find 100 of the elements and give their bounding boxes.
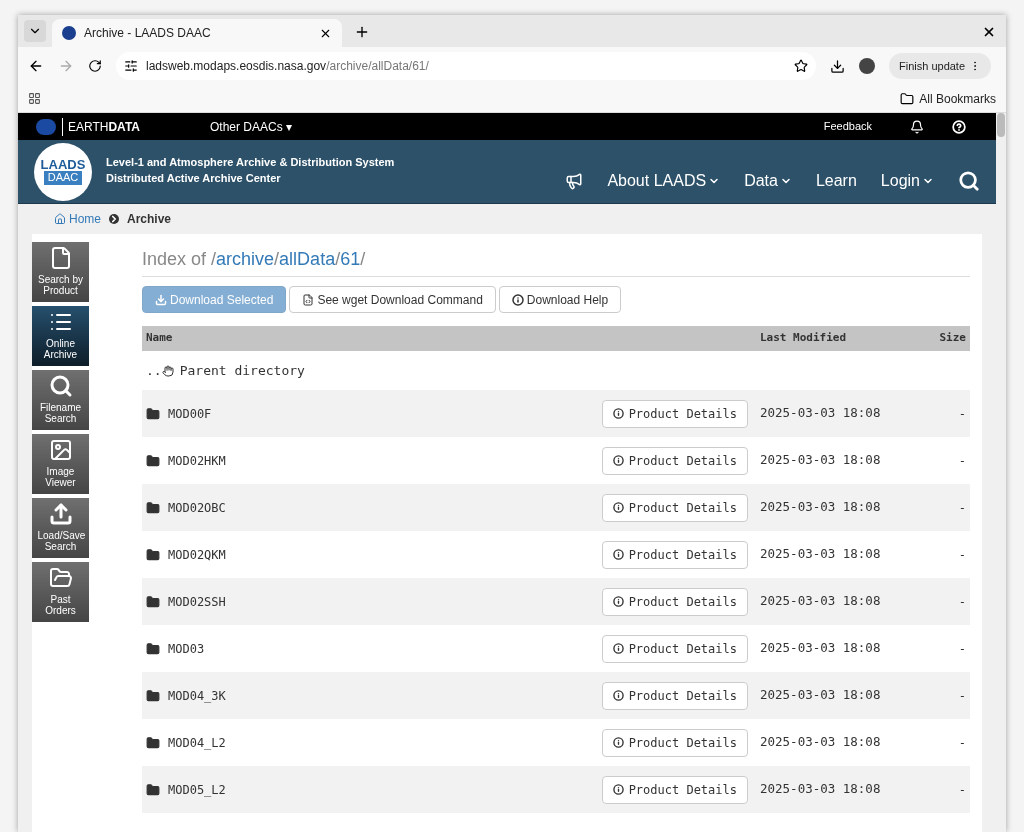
all-bookmarks-link[interactable]: All Bookmarks [919, 89, 996, 108]
earthdata-logo[interactable]: EARTHDATA [62, 117, 140, 136]
bookmark-star-icon[interactable] [794, 59, 808, 73]
size-cell-text: - [957, 640, 967, 658]
directory-link[interactable]: MOD04_3K [168, 686, 226, 705]
column-header: Size [938, 330, 967, 347]
modified-date: 2025-03-03 18:08 [760, 733, 882, 752]
folder-icon [146, 500, 160, 515]
directory-link[interactable]: MOD02HKM [168, 451, 226, 470]
download-icon [155, 293, 167, 306]
close-icon[interactable] [982, 25, 996, 39]
folder-icon [48, 566, 73, 590]
finish-update-button[interactable]: Finish update [889, 53, 992, 79]
modified-date: 2025-03-03 18:08 [760, 545, 882, 564]
directory-link[interactable]: MOD02OBC [168, 498, 226, 517]
image-icon [48, 438, 73, 462]
product-details-button[interactable]: Product Details [601, 634, 748, 663]
wget-command-button[interactable]: See wget Download Command [289, 286, 496, 313]
sidebar-item[interactable]: Image Viewer [32, 434, 89, 494]
parent-directory-link[interactable]: .. Parent directory [146, 360, 305, 381]
info-icon [612, 643, 624, 654]
site-title: Level-1 and Atmosphere Archive & Distribution System [106, 155, 395, 170]
path-link[interactable]: 61 [340, 246, 361, 273]
download-icon[interactable] [830, 58, 845, 74]
folder-icon [146, 641, 160, 656]
breadcrumb-link[interactable]: Home [54, 210, 101, 228]
nav-menu-item[interactable]: Login [880, 169, 934, 193]
sidebar-label: Load/Save Search [37, 530, 84, 552]
nasa-logo [36, 118, 56, 135]
column-header: Last Modified [760, 330, 848, 347]
product-details-button[interactable]: Product Details [601, 681, 748, 710]
apps-icon[interactable] [28, 92, 41, 105]
sidebar-label: Search by Product [37, 274, 84, 296]
profile-avatar[interactable] [859, 58, 875, 74]
sidebar-label: Filename Search [38, 402, 83, 424]
laads-daac-logo[interactable]: LAADS DAAC [34, 142, 92, 201]
sidebar-item[interactable]: Search by Product [32, 242, 89, 302]
info-icon [612, 455, 624, 466]
nav-menu-item[interactable]: Learn [815, 169, 857, 193]
url-text: ladsweb.modaps.eosdis.nasa.gov/archive/allData/61/ [146, 58, 430, 75]
site-settings-icon [124, 59, 138, 73]
folder-icon [146, 735, 160, 750]
help-icon[interactable] [952, 119, 966, 134]
reload-icon[interactable] [88, 59, 102, 73]
product-details-button[interactable]: Product Details [601, 587, 748, 616]
directory-link[interactable]: MOD00F [168, 404, 212, 423]
separator-icon [109, 214, 119, 224]
modified-date: 2025-03-03 18:08 [760, 451, 882, 470]
info-icon [612, 690, 624, 701]
directory-link[interactable]: MOD05_L2 [168, 780, 226, 799]
tab-list-button[interactable] [24, 20, 46, 42]
size-cell-text: - [957, 781, 967, 799]
nav-menu-item[interactable]: About LAADS [607, 169, 721, 193]
info-icon [612, 502, 624, 513]
size-cell-text: - [957, 452, 967, 470]
info-icon [612, 596, 624, 607]
nav-menu-item[interactable]: Data [744, 169, 792, 193]
folder-icon [146, 688, 160, 703]
product-details-button[interactable]: Product Details [601, 446, 748, 475]
directory-link[interactable]: MOD03 [168, 639, 205, 658]
directory-link[interactable]: MOD04_L2 [168, 733, 226, 752]
product-details-button[interactable]: Product Details [601, 728, 748, 757]
help-button[interactable]: Download Help [498, 286, 622, 313]
directory-link[interactable]: MOD02SSH [168, 592, 226, 611]
info-icon [612, 408, 624, 419]
home-icon [54, 213, 66, 225]
search-icon[interactable] [958, 170, 980, 192]
size-cell-text: - [957, 593, 967, 611]
sidebar-item[interactable]: Past Orders [32, 562, 89, 622]
size-cell-text: - [957, 499, 967, 517]
other-daacs-menu[interactable]: Other DAACs ▾ [210, 117, 293, 136]
modified-date: 2025-03-03 18:08 [760, 686, 882, 705]
notification-bell-icon[interactable] [910, 119, 924, 134]
scrollbar[interactable] [996, 113, 1006, 832]
size-cell-text: - [957, 687, 967, 705]
size-cell-text: - [957, 405, 967, 423]
search-icon [48, 374, 73, 398]
info-icon [612, 549, 624, 560]
sidebar-item[interactable]: Filename Search [32, 370, 89, 430]
info-icon [612, 784, 624, 795]
product-details-button[interactable]: Product Details [601, 399, 748, 428]
browser-tab[interactable]: Archive - LAADS DAAC [52, 19, 342, 47]
feedback-link[interactable]: Feedback [823, 118, 872, 135]
size-cell-text: - [957, 734, 967, 752]
announcement-icon[interactable] [565, 172, 584, 190]
info-icon [612, 737, 624, 748]
back-icon[interactable] [28, 58, 44, 74]
new-tab-icon[interactable] [354, 24, 370, 40]
path-link[interactable]: archive [216, 246, 275, 273]
address-bar[interactable]: ladsweb.modaps.eosdis.nasa.gov/archive/allData/61/ [116, 52, 816, 80]
path-link[interactable]: allData [279, 246, 336, 273]
heading-text: / [360, 248, 366, 271]
heading-text: / [335, 248, 341, 271]
product-details-button[interactable]: Product Details [601, 540, 748, 569]
sidebar-item[interactable]: Load/Save Search [32, 498, 89, 558]
code-file-icon [302, 293, 315, 306]
sidebar-item[interactable]: Online Archive [32, 306, 89, 366]
product-details-button[interactable]: Product Details [601, 493, 748, 522]
directory-link[interactable]: MOD02QKM [168, 545, 226, 564]
product-details-button[interactable]: Product Details [601, 775, 748, 804]
